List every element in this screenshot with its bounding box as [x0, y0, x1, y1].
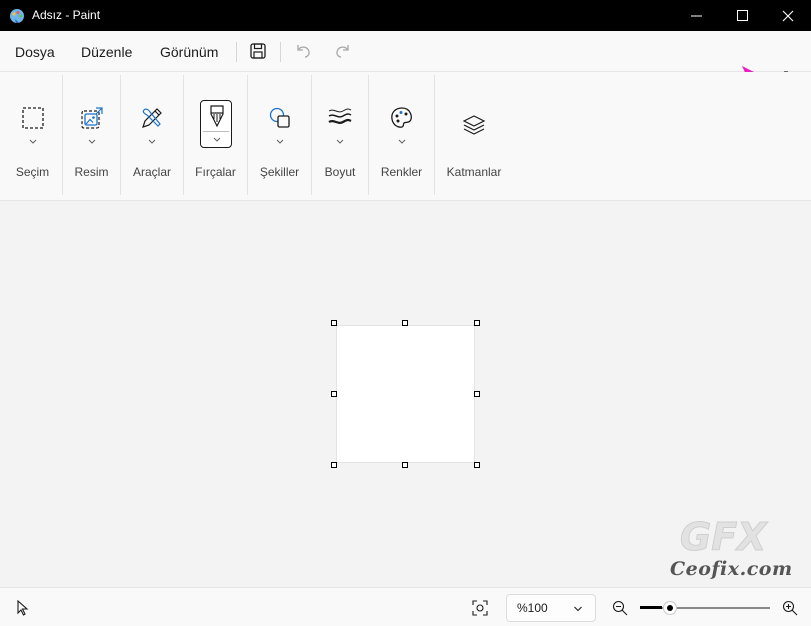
shapes-icon	[269, 107, 290, 128]
chevron-down-icon	[213, 137, 220, 142]
ribbon-label: Resim	[74, 165, 109, 179]
selection-icon	[21, 107, 44, 129]
maximize-icon	[736, 10, 748, 21]
layers-icon	[462, 115, 486, 135]
ribbon-group-layers[interactable]: Katmanlar	[435, 75, 513, 195]
resize-handle[interactable]	[331, 391, 337, 397]
maximize-button[interactable]	[719, 0, 765, 31]
ribbon-label: Seçim	[15, 165, 50, 179]
ribbon-group-tools[interactable]: Araçlar	[121, 75, 183, 195]
ribbon-group-shapes[interactable]: Şekiller	[248, 75, 311, 195]
brush-divider	[202, 131, 229, 132]
resize-handle[interactable]	[331, 462, 337, 468]
menu-edit[interactable]: Düzenle	[81, 44, 132, 60]
ribbon-label: Şekiller	[259, 165, 300, 179]
ribbon-group-selection[interactable]: Seçim	[3, 75, 62, 195]
redo-icon[interactable]	[333, 41, 353, 61]
ribbon-label: Araçlar	[132, 165, 171, 179]
resize-handle[interactable]	[402, 462, 408, 468]
menu-view[interactable]: Görünüm	[160, 44, 218, 60]
undo-icon[interactable]	[293, 41, 313, 61]
resize-handle[interactable]	[474, 320, 480, 326]
menu-divider	[280, 42, 281, 62]
window-title: Adsız - Paint	[32, 8, 101, 22]
save-icon[interactable]	[248, 41, 268, 61]
resize-handle[interactable]	[474, 462, 480, 468]
svg-text:GFX: GFX	[680, 515, 768, 559]
close-icon	[782, 10, 794, 21]
chevron-down-icon	[276, 139, 283, 144]
close-button[interactable]	[765, 0, 811, 31]
pointer-icon	[17, 600, 29, 616]
menu-divider	[236, 42, 237, 62]
brush-icon	[209, 105, 224, 127]
paint-app-icon	[10, 9, 24, 23]
menu-bar: Dosya Düzenle Görünüm	[0, 31, 811, 100]
title-bar: Adsız - Paint	[0, 0, 811, 31]
zoom-out-icon[interactable]	[612, 600, 628, 616]
watermark-text: Ceofix.com	[670, 558, 793, 580]
chevron-down-icon	[88, 139, 95, 144]
size-icon	[328, 108, 352, 124]
ribbon-group-colors[interactable]: Renkler	[369, 75, 434, 195]
ribbon-group-image[interactable]: Resim	[63, 75, 120, 195]
brush-selector[interactable]	[199, 100, 232, 148]
resize-handle[interactable]	[402, 320, 408, 326]
chevron-down-icon	[398, 139, 405, 144]
menu-file[interactable]: Dosya	[15, 44, 55, 60]
ribbon-label: Boyut	[324, 165, 356, 179]
minimize-icon	[690, 15, 702, 16]
minimize-button[interactable]	[673, 0, 719, 31]
chevron-down-icon	[148, 139, 156, 144]
tools-icon	[142, 108, 162, 128]
zoom-in-icon[interactable]	[782, 600, 798, 616]
chevron-down-icon	[336, 139, 344, 144]
fit-to-window-icon[interactable]	[472, 600, 488, 616]
ribbon-label: Katmanlar	[446, 165, 502, 179]
drawing-canvas[interactable]	[336, 325, 475, 463]
ribbon-toolbar: Seçim Resim Araçlar Fırçalar Şekiller Bo…	[0, 72, 811, 201]
resize-handle[interactable]	[331, 320, 337, 326]
palette-icon	[390, 107, 412, 128]
status-bar: %100	[0, 587, 811, 626]
chevron-down-icon	[574, 606, 582, 612]
zoom-slider-fill	[640, 606, 662, 609]
ribbon-group-brushes[interactable]: Fırçalar	[184, 75, 247, 195]
ribbon-group-size[interactable]: Boyut	[312, 75, 368, 195]
zoom-slider-thumb[interactable]	[663, 601, 677, 615]
resize-handle[interactable]	[474, 391, 480, 397]
image-icon	[80, 107, 103, 129]
zoom-level-select[interactable]: %100	[506, 594, 596, 622]
ribbon-label: Renkler	[380, 165, 423, 179]
chevron-down-icon	[29, 139, 36, 144]
zoom-slider[interactable]	[640, 601, 772, 615]
ribbon-label: Fırçalar	[195, 165, 236, 179]
zoom-value: %100	[517, 601, 548, 615]
